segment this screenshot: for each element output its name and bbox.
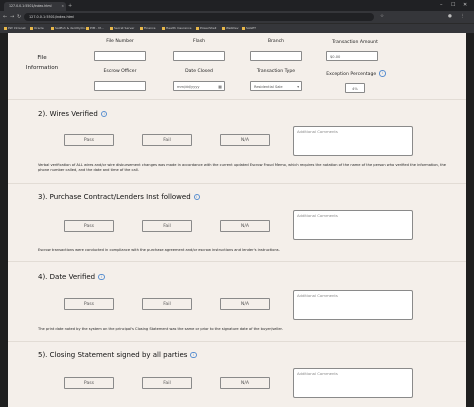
exception-percentage-input[interactable]: 4% <box>345 83 365 93</box>
escrow-officer-label: Escrow Officer <box>103 69 137 74</box>
closing-pass-button[interactable]: Pass <box>64 377 114 389</box>
purchase-fail-button[interactable]: Fail <box>142 220 192 232</box>
closing-comments-textarea[interactable]: Additional Comments <box>293 368 413 398</box>
date-fail-button[interactable]: Fail <box>142 298 192 310</box>
wires-pass-button[interactable]: Pass <box>64 134 114 146</box>
transaction-type-value: Residential Sale <box>254 85 283 89</box>
wires-description: Verbal verification of ALL wires and/or … <box>38 163 447 172</box>
divider <box>8 341 466 342</box>
bookmark-item[interactable]: Health Insurance <box>162 24 192 33</box>
closing-statement-title: 5). Closing Statement signed by all part… <box>38 351 197 359</box>
audit-form-page: File Information File Number Flash Branc… <box>8 33 466 407</box>
purchase-na-button[interactable]: N/A <box>220 220 270 232</box>
transaction-amount-input[interactable]: $0.00 <box>326 51 378 61</box>
bookmark-item[interactable]: PowerShell <box>196 24 216 33</box>
file-number-label: File Number <box>106 39 134 44</box>
bookmark-item[interactable]: PIM - M... <box>86 24 104 33</box>
date-closed-input[interactable]: mm/dd/yyyy ▦ <box>173 81 225 91</box>
date-description: The print date noted by the system on th… <box>38 327 283 331</box>
divider <box>8 183 466 184</box>
close-window-icon[interactable]: ✕ <box>463 1 467 9</box>
bookmark-star-icon[interactable]: ☆ <box>380 11 384 23</box>
closing-na-button[interactable]: N/A <box>220 377 270 389</box>
bookmark-item[interactable]: WebDev <box>222 24 238 33</box>
new-tab-button[interactable]: + <box>68 2 72 11</box>
file-number-input[interactable] <box>94 51 146 61</box>
wires-fail-button[interactable]: Fail <box>142 134 192 146</box>
file-information-heading: File Information <box>25 55 59 71</box>
reload-icon[interactable]: ↻ <box>17 11 21 23</box>
tab-strip: 127.0.0.1:5501/index.html × + – ☐ ✕ <box>0 0 474 11</box>
date-verified-title: 4). Date Verified i <box>38 273 105 281</box>
menu-icon[interactable]: ⋮ <box>460 11 465 23</box>
info-icon[interactable]: i <box>193 193 201 201</box>
divider <box>8 99 466 100</box>
bookmark-item[interactable]: Oracle <box>30 24 44 33</box>
date-pass-button[interactable]: Pass <box>64 298 114 310</box>
info-icon[interactable]: i <box>100 110 108 118</box>
transaction-type-select[interactable]: Residential Sale ▾ <box>250 81 302 91</box>
branch-label: Branch <box>267 39 285 44</box>
date-closed-label: Date Closed <box>185 69 213 74</box>
url-input[interactable]: 127.0.0.1:5501/index.html <box>24 13 374 21</box>
purchase-pass-button[interactable]: Pass <box>64 220 114 232</box>
bookmark-item[interactable]: PW Intranet <box>4 24 26 33</box>
date-comments-textarea[interactable]: Additional Comments <box>293 290 413 320</box>
wires-na-button[interactable]: N/A <box>220 134 270 146</box>
purchase-contract-title: 3). Purchase Contract/Lenders Inst follo… <box>38 193 201 201</box>
bookmark-item[interactable]: Finance <box>140 24 155 33</box>
branch-input[interactable] <box>250 51 302 61</box>
browser-tab[interactable]: 127.0.0.1:5501/index.html × <box>4 2 66 11</box>
close-tab-icon[interactable]: × <box>61 2 64 11</box>
maximize-icon[interactable]: ☐ <box>451 1 455 9</box>
calendar-icon[interactable]: ▦ <box>218 82 222 92</box>
bookmark-item[interactable]: SAGET <box>242 24 256 33</box>
info-icon[interactable]: i <box>190 351 197 359</box>
purchase-comments-textarea[interactable]: Additional Comments <box>293 210 413 240</box>
tab-title: 127.0.0.1:5501/index.html <box>9 4 52 8</box>
flash-label: Flash <box>192 39 206 44</box>
info-icon[interactable]: i <box>98 273 105 281</box>
transaction-amount-label: Transaction Amount <box>332 40 378 45</box>
back-icon[interactable]: ← <box>3 11 7 23</box>
wires-comments-textarea[interactable]: Additional Comments <box>293 126 413 156</box>
flash-input[interactable] <box>173 51 225 61</box>
date-closed-value: mm/dd/yyyy <box>177 85 200 89</box>
bookmark-item[interactable]: Sailfish & dentityOn... <box>51 24 88 33</box>
closing-fail-button[interactable]: Fail <box>142 377 192 389</box>
bookmark-item[interactable]: Secret Server <box>110 24 134 33</box>
wires-verified-title: 2). Wires Verified i <box>38 110 108 118</box>
chevron-down-icon: ▾ <box>297 85 299 89</box>
minimize-icon[interactable]: – <box>440 1 443 9</box>
forward-icon[interactable]: → <box>10 11 14 23</box>
escrow-officer-input[interactable] <box>94 81 146 91</box>
divider <box>8 261 466 262</box>
profile-icon[interactable]: ● <box>448 11 452 23</box>
info-icon[interactable]: i <box>379 70 386 77</box>
exception-percentage-label: Exception Percentage i <box>326 70 386 77</box>
transaction-type-label: Transaction Type <box>256 69 296 74</box>
purchase-description: Escrow transactions were conducted in co… <box>38 248 280 252</box>
date-na-button[interactable]: N/A <box>220 298 270 310</box>
